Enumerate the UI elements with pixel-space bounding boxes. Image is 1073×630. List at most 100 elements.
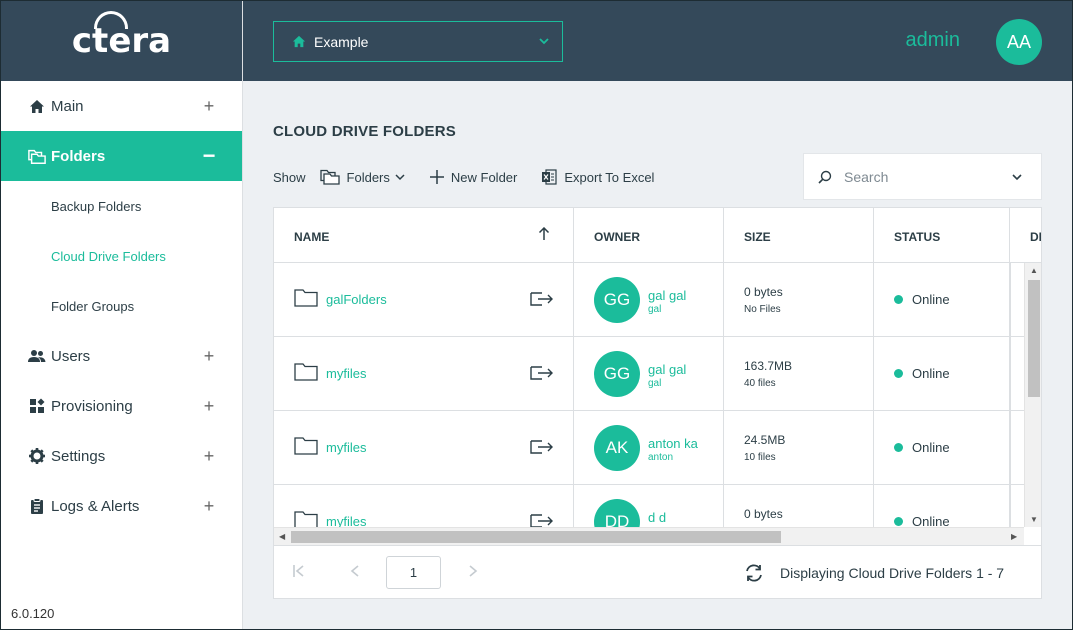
scroll-down-icon[interactable]: ▼ bbox=[1030, 515, 1038, 524]
expand-icon[interactable]: + bbox=[202, 496, 216, 517]
search-box[interactable] bbox=[803, 153, 1042, 200]
top-bar: Example admin AA bbox=[243, 1, 1072, 81]
cell-name: myfiles bbox=[274, 337, 574, 410]
table-row[interactable]: galFolders GG gal gal gal 0 bytes No Fil… bbox=[274, 263, 1024, 337]
column-header-owner[interactable]: OWNER bbox=[574, 208, 724, 262]
file-count: 40 files bbox=[744, 378, 776, 389]
sidebar-item-logs-alerts[interactable]: Logs & Alerts + bbox=[1, 481, 242, 531]
refresh-icon[interactable] bbox=[744, 563, 764, 588]
ctera-logo[interactable]: ctera bbox=[72, 11, 171, 61]
owner-avatar: GG bbox=[594, 351, 640, 397]
cell-owner: GG gal gal gal bbox=[574, 263, 724, 336]
owner-name-link[interactable]: gal gal bbox=[648, 362, 686, 377]
portal-name: Example bbox=[314, 33, 369, 50]
owner-name-link[interactable]: anton ka bbox=[648, 436, 698, 451]
expand-icon[interactable]: + bbox=[202, 96, 216, 117]
search-input[interactable] bbox=[844, 168, 994, 185]
first-page-icon[interactable] bbox=[292, 564, 306, 583]
column-header-size[interactable]: SIZE bbox=[724, 208, 874, 262]
show-label: Show bbox=[273, 169, 306, 185]
header-label: NAME bbox=[294, 230, 330, 244]
owner-name-link[interactable]: gal gal bbox=[648, 288, 686, 303]
main-content: CLOUD DRIVE FOLDERS Show Folders New Fol… bbox=[243, 81, 1072, 629]
column-header-name[interactable]: NAME bbox=[274, 208, 574, 262]
scroll-left-icon[interactable]: ◀ bbox=[279, 532, 285, 541]
vertical-scrollbar[interactable]: ▲ ▼ bbox=[1024, 263, 1041, 527]
size-value: 0 bytes bbox=[744, 507, 783, 521]
new-folder-button[interactable]: New Folder bbox=[429, 169, 518, 185]
app-window: ctera Main + Folders − Backup Folders Cl… bbox=[0, 0, 1073, 630]
cell-size: 0 bytes No Files bbox=[724, 263, 874, 336]
sidebar-subitem-backup-folders[interactable]: Backup Folders bbox=[1, 181, 242, 231]
folder-name-link[interactable]: myfiles bbox=[326, 440, 366, 455]
owner-name-link[interactable]: d d bbox=[648, 510, 666, 525]
home-icon bbox=[292, 35, 306, 48]
sidebar-item-label: Main bbox=[51, 97, 84, 115]
sidebar-subitem-folder-groups[interactable]: Folder Groups bbox=[1, 281, 242, 331]
move-folder-icon[interactable] bbox=[530, 439, 554, 460]
logo-area: ctera bbox=[1, 1, 242, 81]
status-online-icon bbox=[894, 369, 903, 378]
move-folder-icon[interactable] bbox=[530, 365, 554, 386]
sort-up-icon[interactable] bbox=[538, 226, 550, 244]
next-page-icon[interactable] bbox=[468, 564, 478, 583]
clipboard-icon bbox=[28, 497, 46, 515]
previous-page-icon[interactable] bbox=[350, 564, 360, 583]
sidebar-item-settings[interactable]: Settings + bbox=[1, 431, 242, 481]
column-header-extra[interactable]: DI bbox=[1010, 208, 1042, 262]
file-count: 10 files bbox=[744, 452, 776, 463]
folder-name-link[interactable]: galFolders bbox=[326, 292, 387, 307]
folders-icon bbox=[319, 169, 340, 185]
sidebar-item-provisioning[interactable]: Provisioning + bbox=[1, 381, 242, 431]
owner-username: anton bbox=[648, 452, 674, 463]
expand-icon[interactable]: + bbox=[202, 446, 216, 467]
move-folder-icon[interactable] bbox=[530, 291, 554, 312]
sidebar: ctera Main + Folders − Backup Folders Cl… bbox=[1, 1, 243, 629]
vertical-scroll-thumb[interactable] bbox=[1028, 280, 1040, 397]
show-dropdown[interactable]: Folders bbox=[319, 169, 406, 185]
page-number-input[interactable] bbox=[386, 556, 441, 589]
cell-status: Online bbox=[874, 337, 1010, 410]
gear-icon bbox=[28, 447, 46, 465]
chevron-down-icon[interactable] bbox=[1011, 170, 1023, 188]
scroll-right-icon[interactable]: ▶ bbox=[1011, 532, 1017, 541]
cell-name: galFolders bbox=[274, 263, 574, 336]
sidebar-item-label: Users bbox=[51, 347, 91, 365]
cell-owner: AK anton ka anton bbox=[574, 411, 724, 484]
table-row[interactable]: myfiles GG gal gal gal 163.7MB 40 files … bbox=[274, 337, 1024, 411]
cell-size: 24.5MB 10 files bbox=[724, 411, 874, 484]
cloud-icon bbox=[93, 11, 128, 29]
cell-status: Online bbox=[874, 411, 1010, 484]
column-header-status[interactable]: STATUS bbox=[874, 208, 1010, 262]
export-excel-button[interactable]: Export To Excel bbox=[541, 169, 654, 185]
status-text: Online bbox=[912, 440, 950, 455]
folder-name-link[interactable]: myfiles bbox=[326, 366, 366, 381]
user-name[interactable]: admin bbox=[906, 29, 960, 52]
new-folder-label: New Folder bbox=[450, 169, 518, 185]
expand-icon[interactable]: + bbox=[202, 346, 216, 367]
folders-icon bbox=[28, 147, 46, 165]
status-online-icon bbox=[894, 443, 903, 452]
horizontal-scrollbar[interactable]: ◀ ▶ bbox=[274, 527, 1024, 545]
cell-owner: GG gal gal gal bbox=[574, 337, 724, 410]
sidebar-subitem-cloud-drive-folders[interactable]: Cloud Drive Folders bbox=[1, 231, 242, 281]
status-online-icon bbox=[894, 295, 903, 304]
header-label: SIZE bbox=[744, 230, 771, 244]
collapse-icon[interactable]: − bbox=[202, 143, 216, 169]
table-row[interactable]: myfiles AK anton ka anton 24.5MB 10 file… bbox=[274, 411, 1024, 485]
size-value: 0 bytes bbox=[744, 285, 783, 299]
sidebar-item-main[interactable]: Main + bbox=[1, 81, 242, 131]
user-avatar[interactable]: AA bbox=[996, 19, 1042, 65]
sidebar-item-users[interactable]: Users + bbox=[1, 331, 242, 381]
owner-username: gal bbox=[648, 304, 662, 315]
folder-icon bbox=[294, 363, 318, 386]
header-label: DI bbox=[1030, 230, 1042, 244]
sidebar-item-folders[interactable]: Folders − bbox=[1, 131, 242, 181]
chevron-down-icon bbox=[538, 34, 550, 50]
horizontal-scroll-thumb[interactable] bbox=[291, 531, 781, 543]
status-online-icon bbox=[894, 517, 903, 526]
expand-icon[interactable]: + bbox=[202, 396, 216, 417]
portal-selector[interactable]: Example bbox=[273, 21, 563, 62]
chevron-down-icon bbox=[395, 174, 405, 181]
scroll-up-icon[interactable]: ▲ bbox=[1030, 266, 1038, 275]
